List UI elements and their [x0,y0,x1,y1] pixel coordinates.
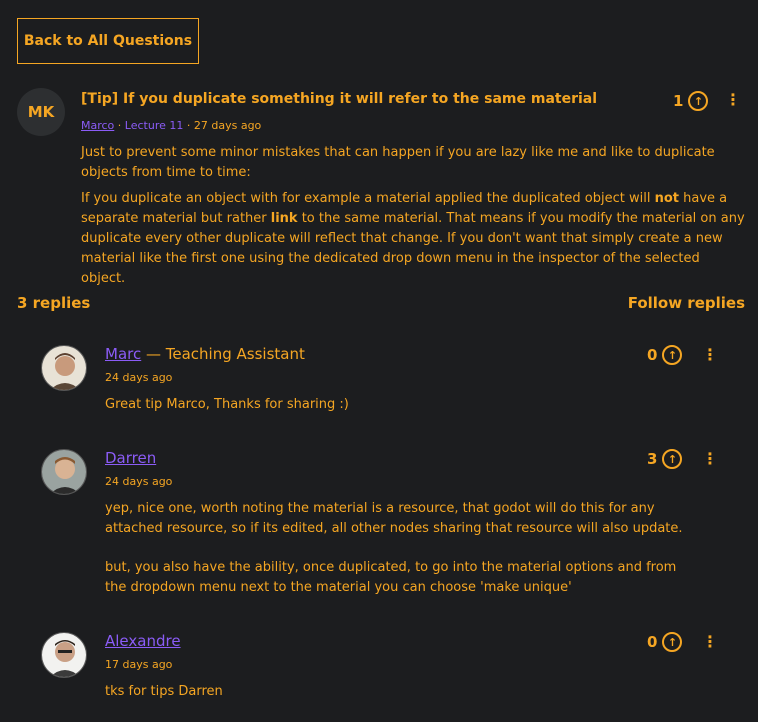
question-body-paragraph: Just to prevent some minor mistakes that… [81,145,715,180]
reply-date: 24 days ago [105,475,173,488]
reply-body: yep, nice one, worth noting the material… [105,499,695,617]
reply-body-paragraph: tks for tips Darren [105,684,223,699]
reply-author: Alexandre [105,632,181,650]
reply-body-paragraph: Great tip Marco, Thanks for sharing :) [105,397,349,412]
lecture-link[interactable]: Lecture 11 [125,119,184,132]
avatar [41,632,87,678]
reply-vote: 0 ↑ [647,345,683,365]
avatar [41,345,87,391]
vote-count: 3 [647,450,658,468]
vote-count: 0 [647,633,658,651]
question-body: Just to prevent some minor mistakes that… [81,143,746,295]
upvote-icon[interactable]: ↑ [662,345,683,365]
reply-vote: 3 ↑ [647,449,683,469]
more-options-icon[interactable]: ⋮ [702,347,718,363]
author-link[interactable]: Marc [105,345,141,363]
reply-body-paragraph: but, you also have the ability, once dup… [105,560,677,595]
question-title: [Tip] If you duplicate something it will… [81,91,598,107]
reply-body: tks for tips Darren [105,682,695,721]
reply-vote: 0 ↑ [647,632,683,652]
avatar: MK [17,88,65,136]
vote-count: 1 [673,92,684,110]
question-age: 27 days ago [193,119,262,132]
upvote-icon[interactable]: ↑ [662,632,683,652]
author-role: — Teaching Assistant [141,345,305,363]
author-link[interactable]: Alexandre [105,632,181,650]
reply-author: Marc — Teaching Assistant [105,345,305,363]
follow-replies-button[interactable]: Follow replies [628,294,745,312]
upvote-icon[interactable]: ↑ [662,449,683,469]
vote-count: 0 [647,346,658,364]
author-link[interactable]: Darren [105,449,156,467]
reply-date: 17 days ago [105,658,173,671]
reply-author: Darren [105,449,156,467]
reply-body-paragraph: yep, nice one, worth noting the material… [105,501,683,536]
avatar [41,449,87,495]
more-options-icon[interactable]: ⋮ [702,451,718,467]
more-options-icon[interactable]: ⋮ [702,634,718,650]
question-vote: 1 ↑ [673,91,709,111]
question-body-paragraph: If you duplicate an object with for exam… [81,191,745,286]
more-options-icon[interactable]: ⋮ [725,92,741,108]
replies-count: 3 replies [17,294,91,312]
author-link[interactable]: Marco [81,119,114,132]
question-meta: Marco · Lecture 11 · 27 days ago [81,119,262,132]
reply-body: Great tip Marco, Thanks for sharing :) [105,395,695,434]
back-to-all-questions-button[interactable]: Back to All Questions [17,18,199,64]
reply-date: 24 days ago [105,371,173,384]
upvote-icon[interactable]: ↑ [688,91,709,111]
